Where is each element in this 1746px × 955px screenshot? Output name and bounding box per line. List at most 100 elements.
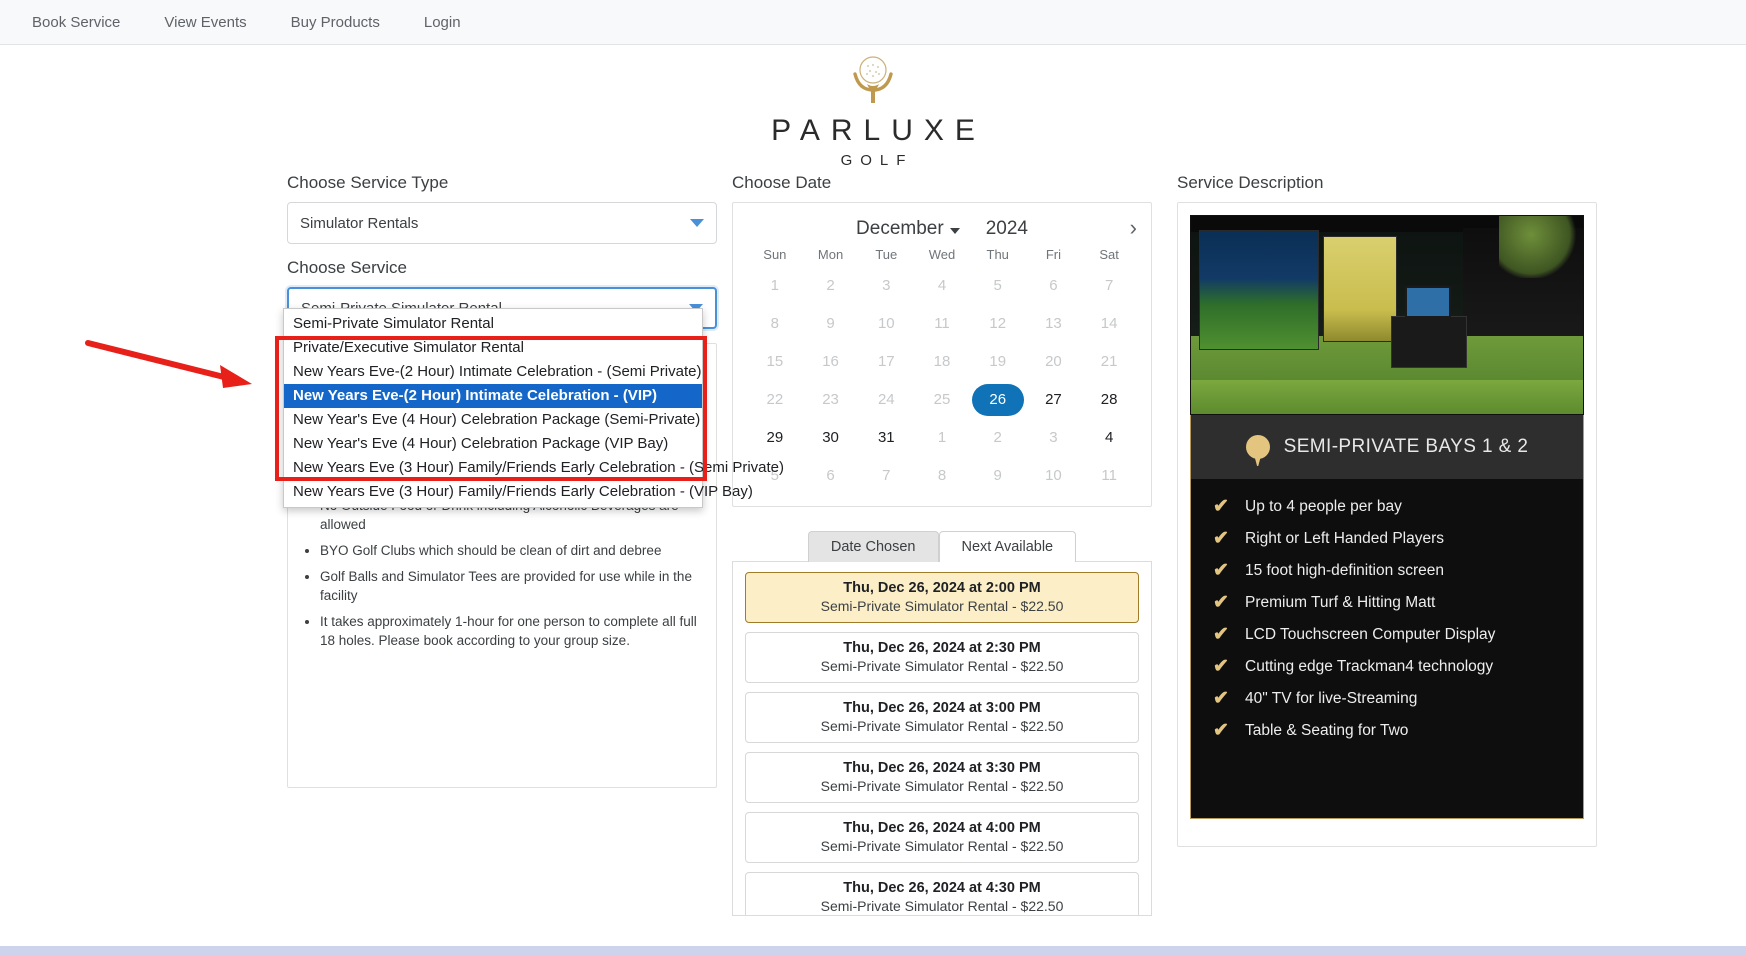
feature-item: ✔ Table & Seating for Two [1213,721,1561,740]
calendar-day[interactable]: 27 [1026,384,1082,416]
site-logo: PARLUXE GOLF [0,45,1746,169]
time-slot-description: Semi-Private Simulator Rental - $22.50 [820,598,1064,614]
feature-label: 40" TV for live-Streaming [1245,689,1418,707]
weekday-label: Thu [986,247,1009,262]
calendar-day[interactable]: 29 [747,422,803,454]
time-slot-description: Semi-Private Simulator Rental - $22.50 [820,838,1064,854]
calendar-day: 6 [826,467,835,484]
calendar-day: 15 [766,353,784,370]
time-slot-description: Semi-Private Simulator Rental - $22.50 [820,658,1064,674]
chevron-down-icon [690,219,704,227]
nav-link-view-events[interactable]: View Events [142,14,268,31]
calendar-day[interactable]: 4 [1081,422,1137,454]
calendar-day: 9 [826,315,835,332]
calendar-day[interactable]: 31 [858,422,914,454]
weekday-label: Mon [817,247,844,262]
bay-photo-image [1190,215,1584,415]
availability-tabs[interactable]: Date Chosen Next Available [732,531,1152,562]
feature-item: ✔ Cutting edge Trackman4 technology [1213,657,1561,676]
calendar-header: December 2024 › [747,211,1137,247]
calendar-day: 4 [937,277,947,294]
time-slot-time: Thu, Dec 26, 2024 at 3:30 PM [843,760,1041,776]
service-description-card: SEMI-PRIVATE BAYS 1 & 2 ✔ Up to 4 people … [1177,202,1597,847]
time-slot-time: Thu, Dec 26, 2024 at 4:30 PM [843,880,1041,896]
dropdown-option[interactable]: New Year's Eve (4 Hour) Celebration Pack… [284,408,702,432]
time-slot[interactable]: Thu, Dec 26, 2024 at 3:30 PM Semi-Private… [745,752,1139,803]
check-icon: ✔ [1213,720,1229,741]
nav-link-book-service[interactable]: Book Service [10,14,142,31]
golf-ball-on-tee-icon [1245,435,1270,459]
time-slot[interactable]: Thu, Dec 26, 2024 at 4:00 PM Semi-Private… [745,812,1139,863]
calendar-card: December 2024 › Sun Mon Tue Wed Thu Fri … [732,202,1152,507]
feature-item: ✔ LCD Touchscreen Computer Display [1213,625,1561,644]
calendar-day-grid[interactable]: 1 2 3 4 5 6 7 8 9 10 11 12 13 14 15 16 17 18 19 20 21 22 23 24 2… [747,270,1137,492]
feature-item: ✔ Right or Left Handed Players [1213,529,1561,548]
time-slot-time: Thu, Dec 26, 2024 at 2:00 PM [843,580,1041,596]
time-slot[interactable]: Thu, Dec 26, 2024 at 2:30 PM Semi-Private… [745,632,1139,683]
calendar-month-value: December [856,218,944,239]
tab-next-available[interactable]: Next Available [938,531,1077,562]
calendar-day: 3 [1049,429,1058,446]
bay-title: SEMI-PRIVATE BAYS 1 & 2 [1283,436,1529,457]
list-item: It takes approximately 1-hour for one pe… [320,612,702,650]
calendar-day: 8 [770,315,780,332]
feature-label: LCD Touchscreen Computer Display [1245,625,1496,643]
calendar-month-select[interactable]: December [856,218,960,240]
calendar-day: 9 [993,467,1002,484]
dropdown-option[interactable]: New Year's Eve (4 Hour) Celebration Pack… [284,432,702,456]
service-description-column: Service Description SEMI-PRIVATE BAYS 1 … [1177,173,1597,916]
calendar-day: 1 [937,429,947,446]
time-slot-list[interactable]: Thu, Dec 26, 2024 at 2:00 PM Semi-Private… [732,561,1152,916]
bay-header: SEMI-PRIVATE BAYS 1 & 2 [1190,415,1584,479]
feature-label: Table & Seating for Two [1245,721,1409,739]
calendar-day: 2 [993,429,1002,446]
golf-ball-on-tee-icon [846,55,900,112]
calendar-day[interactable]: 30 [803,422,859,454]
calendar-day-selected[interactable]: 26 [971,384,1024,416]
feature-label: Right or Left Handed Players [1245,529,1445,547]
calendar-day: 23 [822,391,839,408]
choose-service-label: Choose Service [287,258,408,277]
chevron-right-icon[interactable]: › [1130,217,1137,239]
top-navigation-bar: Book Service View Events Buy Products Lo… [0,0,1746,45]
bay-feature-list: ✔ Up to 4 people per bay ✔ Right or Left Ha… [1190,479,1584,819]
time-slot-description: Semi-Private Simulator Rental - $22.50 [820,778,1064,794]
dropdown-option[interactable]: Semi-Private Simulator Rental [284,312,702,336]
time-slot[interactable]: Thu, Dec 26, 2024 at 3:00 PM Semi-Private… [745,692,1139,743]
calendar-day[interactable]: 28 [1081,384,1137,416]
dropdown-option[interactable]: New Years Eve (3 Hour) Family/Friends Ea… [284,480,753,504]
calendar-day: 16 [822,353,839,370]
calendar-day: 3 [882,277,891,294]
calendar-day: 18 [933,353,951,370]
dropdown-option-highlighted[interactable]: New Years Eve-(2 Hour) Intimate Celebrat… [284,384,702,408]
dropdown-option[interactable]: New Years Eve-(2 Hour) Intimate Celebrat… [284,360,702,384]
time-slot-selected[interactable]: Thu, Dec 26, 2024 at 2:00 PM Semi-Private… [745,572,1139,623]
logo-subtitle: GOLF [840,152,914,169]
weekday-label: Sat [1099,247,1119,262]
dropdown-option[interactable]: New Years Eve (3 Hour) Family/Friends Ea… [284,456,784,480]
list-item: Golf Balls and Simulator Tees are provid… [320,567,702,605]
check-icon: ✔ [1213,592,1229,613]
service-type-value: Simulator Rentals [300,214,419,232]
calendar-day: 25 [933,391,951,408]
nav-link-buy-products[interactable]: Buy Products [269,14,402,31]
calendar-day: 17 [877,353,895,370]
tab-date-chosen[interactable]: Date Chosen [807,531,939,562]
nav-link-login[interactable]: Login [402,14,483,31]
calendar-year-value: 2024 [985,218,1028,239]
check-icon: ✔ [1213,528,1229,549]
calendar-day: 11 [1101,467,1117,484]
time-slot[interactable]: Thu, Dec 26, 2024 at 4:30 PM Semi-Private… [745,872,1139,915]
choose-date-label: Choose Date [732,173,832,192]
weekday-label: Fri [1045,247,1061,262]
service-type-select[interactable]: Simulator Rentals [287,202,717,244]
bottom-scroll-strip[interactable] [0,946,1746,955]
calendar-day: 2 [826,277,835,294]
dropdown-option[interactable]: Private/Executive Simulator Rental [284,336,702,360]
feature-item: ✔ Premium Turf & Hitting Matt [1213,593,1561,612]
time-slot-time: Thu, Dec 26, 2024 at 4:00 PM [843,820,1041,836]
service-dropdown-list[interactable]: Semi-Private Simulator Rental Private/Ex… [283,308,784,508]
time-slot-time: Thu, Dec 26, 2024 at 3:00 PM [843,700,1041,716]
annotation-arrow [85,340,252,388]
logo-wordmark: PARLUXE [771,114,986,147]
